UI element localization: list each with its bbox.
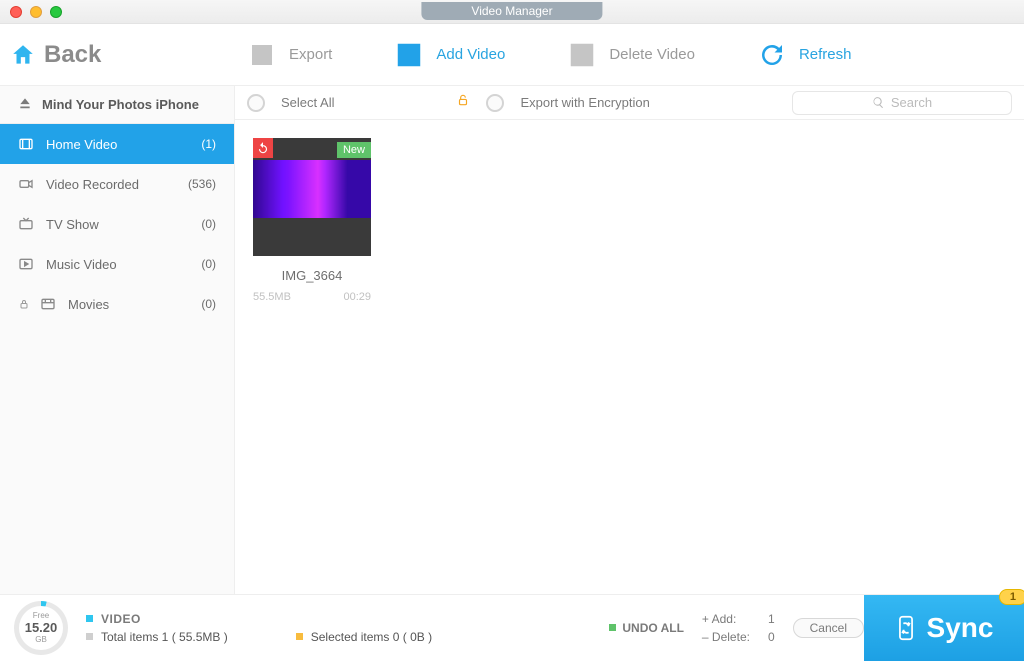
export-encryption-checkbox[interactable] (486, 94, 504, 112)
search-placeholder: Search (891, 95, 932, 110)
zoom-window-icon[interactable] (50, 6, 62, 18)
add-video-button[interactable]: Add Video (392, 38, 505, 72)
undo-badge-icon[interactable] (253, 138, 273, 158)
search-icon (872, 96, 885, 109)
delete-video-icon (565, 38, 599, 72)
home-icon (10, 42, 36, 68)
sync-icon (895, 615, 917, 641)
search-input[interactable]: Search (792, 91, 1012, 115)
window-controls (10, 6, 62, 18)
music-video-icon (18, 256, 34, 272)
film-icon (18, 136, 34, 152)
eject-icon (18, 96, 32, 113)
add-video-label: Add Video (436, 46, 505, 63)
delete-value: 0 (768, 630, 775, 644)
sidebar-item-label: Home Video (46, 137, 117, 152)
refresh-label: Refresh (799, 46, 852, 63)
export-icon (245, 38, 279, 72)
footer: Free 15.20 GB VIDEO Total items 1 ( 55.5… (0, 594, 1024, 660)
sidebar-item-count: (0) (201, 257, 216, 271)
refresh-icon (755, 38, 789, 72)
add-video-icon (392, 38, 426, 72)
select-all-label: Select All (281, 95, 334, 110)
undo-all-button[interactable]: UNDO ALL (609, 621, 684, 635)
add-label: + Add: (702, 612, 750, 626)
delete-video-label: Delete Video (609, 46, 695, 63)
header-toolbar: Back Export Add Video Delete Video Refre… (0, 24, 1024, 86)
sidebar-item-music-video[interactable]: Music Video (0) (0, 244, 234, 284)
device-name: Mind Your Photos iPhone (42, 97, 199, 112)
sidebar-item-label: Video Recorded (46, 177, 139, 192)
titlebar: Video Manager (0, 0, 1024, 24)
sidebar: Mind Your Photos iPhone Home Video (1) V… (0, 86, 235, 594)
close-window-icon[interactable] (10, 6, 22, 18)
window-title: Video Manager (421, 2, 602, 20)
select-all-checkbox[interactable] (247, 94, 265, 112)
new-badge: New (337, 142, 371, 158)
sidebar-item-label: Movies (68, 297, 109, 312)
footer-stats: VIDEO Total items 1 ( 55.5MB ) Selected … (86, 610, 432, 646)
storage-gauge: Free 15.20 GB (14, 601, 68, 655)
movies-icon (40, 296, 56, 312)
sidebar-item-home-video[interactable]: Home Video (1) (0, 124, 234, 164)
total-items-label: Total items 1 ( 55.5MB ) (101, 630, 228, 644)
sidebar-item-count: (536) (188, 177, 216, 191)
sidebar-item-count: (0) (201, 297, 216, 311)
sidebar-item-label: TV Show (46, 217, 99, 232)
sync-label: Sync (927, 612, 994, 644)
lock-icon (18, 298, 30, 310)
change-counts: + Add: 1 – Delete: 0 (702, 612, 775, 644)
sidebar-item-label: Music Video (46, 257, 117, 272)
undo-all-label: UNDO ALL (622, 621, 684, 635)
delete-video-button[interactable]: Delete Video (565, 38, 695, 72)
video-name: IMG_3664 (253, 268, 371, 283)
camera-icon (18, 176, 34, 192)
lock-icon (456, 92, 470, 113)
sidebar-item-movies[interactable]: Movies (0) (0, 284, 234, 324)
legend-square-icon (609, 624, 616, 631)
selected-items-label: Selected items 0 ( 0B ) (311, 630, 432, 644)
cancel-button[interactable]: Cancel (793, 618, 864, 638)
device-header[interactable]: Mind Your Photos iPhone (0, 86, 234, 124)
refresh-button[interactable]: Refresh (755, 38, 852, 72)
export-label: Export (289, 46, 332, 63)
legend-square-icon (296, 633, 303, 640)
minimize-window-icon[interactable] (30, 6, 42, 18)
delete-label: – Delete: (702, 630, 750, 644)
content-grid: New IMG_3664 55.5MB 00:29 (235, 120, 1024, 594)
legend-square-icon (86, 633, 93, 640)
sidebar-item-tv-show[interactable]: TV Show (0) (0, 204, 234, 244)
secondary-bar: Select All Export with Encryption Search (235, 86, 1024, 120)
legend-square-icon (86, 615, 93, 622)
sync-count-badge: 1 (999, 589, 1024, 605)
add-value: 1 (768, 612, 775, 626)
thumbnail-image (253, 160, 371, 218)
free-value: 15.20 (25, 620, 58, 635)
video-thumbnail[interactable]: New IMG_3664 55.5MB 00:29 (253, 138, 371, 576)
thumbnail-frame: New (253, 138, 371, 256)
video-duration: 00:29 (343, 291, 371, 303)
export-button[interactable]: Export (245, 38, 332, 72)
back-button[interactable]: Back (10, 41, 235, 69)
video-size: 55.5MB (253, 291, 291, 303)
back-button-label: Back (44, 41, 101, 69)
sidebar-item-count: (1) (201, 137, 216, 151)
sync-button[interactable]: 1 Sync (864, 595, 1024, 661)
free-unit: GB (35, 635, 47, 644)
export-encryption-label: Export with Encryption (520, 95, 649, 110)
free-label: Free (33, 611, 49, 620)
sidebar-item-count: (0) (201, 217, 216, 231)
video-legend-label: VIDEO (101, 612, 141, 626)
tv-icon (18, 216, 34, 232)
sidebar-item-video-recorded[interactable]: Video Recorded (536) (0, 164, 234, 204)
